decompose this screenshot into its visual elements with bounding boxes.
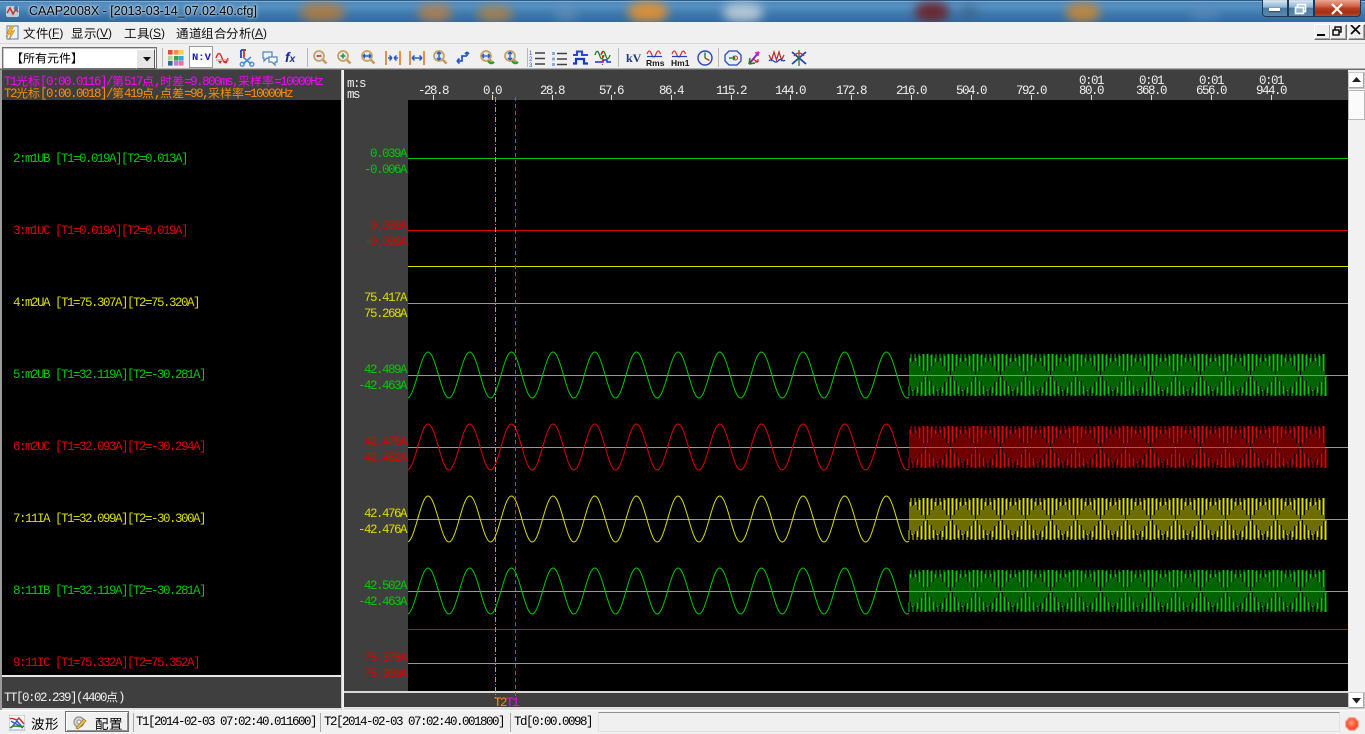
svg-text:3: 3 — [529, 63, 533, 67]
svg-text:Hm1: Hm1 — [671, 58, 690, 67]
svg-text:Rms: Rms — [646, 58, 665, 67]
